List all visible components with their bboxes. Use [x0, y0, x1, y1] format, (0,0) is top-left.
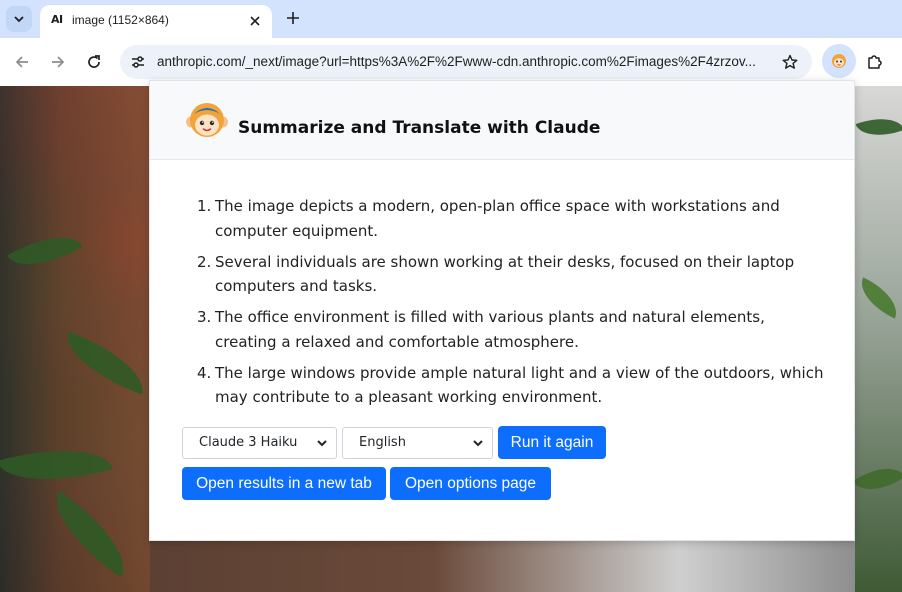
summary-item-text: The large windows provide ample natural … [215, 363, 824, 407]
star-icon [782, 54, 798, 69]
bookmark-button[interactable] [780, 52, 800, 72]
summary-item-text: The image depicts a modern, open-plan of… [215, 197, 780, 240]
anthropic-favicon-icon: AI [51, 13, 63, 26]
browser-toolbar: anthropic.com/_next/image?url=https%3A%2… [0, 38, 902, 86]
arrow-left-icon [15, 56, 28, 68]
close-icon [250, 16, 260, 26]
summary-item: 1. The image depicts a modern, open-plan … [191, 194, 831, 243]
browser-tab[interactable]: AI image (1152×864) [40, 5, 272, 38]
summary-item: 4. The large windows provide ample natura… [191, 361, 831, 410]
summary-item-number: 3. [197, 308, 212, 326]
summary-item-number: 1. [197, 197, 212, 215]
tab-close-button[interactable] [246, 12, 264, 30]
url-text: anthropic.com/_next/image?url=https%3A%2… [157, 54, 756, 69]
extension-popup: Summarize and Translate with Claude 1. Th… [149, 80, 855, 541]
popup-header: Summarize and Translate with Claude [150, 81, 854, 160]
plus-icon [287, 12, 299, 24]
address-bar[interactable]: anthropic.com/_next/image?url=https%3A%2… [120, 45, 812, 79]
site-info-button[interactable] [128, 52, 148, 72]
tune-icon [132, 56, 144, 68]
model-select[interactable]: Claude 3 Haiku [182, 427, 337, 459]
summary-item-number: 2. [197, 252, 212, 271]
model-select-value: Claude 3 Haiku [199, 435, 298, 450]
summary-item-text: Several individuals are shown working at… [215, 252, 795, 296]
tab-search-button[interactable] [6, 6, 32, 32]
arrow-right-icon [52, 56, 65, 68]
puzzle-icon [868, 55, 882, 69]
chevron-down-icon [317, 440, 327, 447]
summary-list: 1. The image depicts a modern, open-plan … [191, 194, 831, 416]
back-button[interactable] [10, 50, 34, 74]
claude-extension-button[interactable] [822, 44, 856, 78]
popup-title: Summarize and Translate with Claude [238, 118, 601, 138]
chevron-down-icon [14, 16, 24, 23]
reload-button[interactable] [82, 50, 106, 74]
monkey-mascot-icon [832, 54, 846, 68]
summary-item-number: 4. [197, 363, 212, 382]
summary-item: 2. Several individuals are shown working … [191, 250, 831, 299]
language-select-value: English [359, 435, 406, 450]
open-results-new-tab-button[interactable]: Open results in a new tab [182, 467, 386, 500]
reload-icon [88, 55, 100, 68]
open-options-page-button[interactable]: Open options page [390, 467, 551, 500]
tab-title: image (1152×864) [72, 13, 169, 27]
language-select[interactable]: English [342, 427, 493, 459]
run-again-button[interactable]: Run it again [498, 426, 606, 459]
new-tab-button[interactable] [283, 8, 303, 28]
photo-floor [150, 541, 855, 592]
photo-window [855, 86, 902, 592]
summary-item: 3. The office environment is filled with … [191, 305, 831, 354]
extensions-button[interactable] [863, 50, 887, 74]
tab-strip: AI image (1152×864) [0, 0, 902, 38]
monkey-mascot-icon [186, 103, 228, 137]
chevron-down-icon [473, 440, 483, 447]
summary-item-text: The office environment is filled with va… [215, 308, 765, 351]
forward-button[interactable] [46, 50, 70, 74]
